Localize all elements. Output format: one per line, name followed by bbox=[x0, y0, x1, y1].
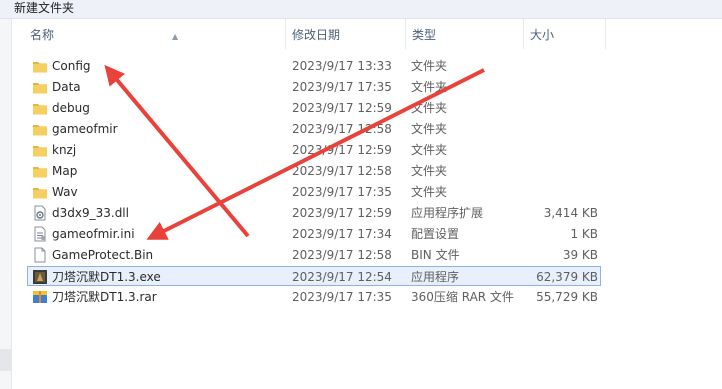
navigation-pane-edge[interactable] bbox=[0, 19, 12, 389]
file-row-data[interactable]: Data 2023/9/17 17:35 文件夹 bbox=[28, 77, 601, 97]
file-size bbox=[523, 98, 598, 118]
file-size: 55,729 KB bbox=[536, 290, 598, 304]
file-size bbox=[523, 140, 598, 160]
file-type: 文件夹 bbox=[411, 122, 448, 136]
column-header-size-label: 大小 bbox=[530, 28, 555, 42]
file-row-knzj[interactable]: knzj 2023/9/17 12:59 文件夹 bbox=[28, 140, 601, 160]
file-size: 39 KB bbox=[562, 248, 598, 262]
file-type: 文件夹 bbox=[411, 59, 448, 73]
file-date: 2023/9/17 17:35 bbox=[292, 80, 392, 94]
file-name: 刀塔沉默DT1.3.exe bbox=[52, 270, 161, 284]
file-row-d3dx9-dll[interactable]: d3dx9_33.dll 2023/9/17 12:59 应用程序扩展 3,41… bbox=[28, 203, 601, 223]
file-date: 2023/9/17 13:33 bbox=[292, 59, 392, 73]
navigation-scroll-handle[interactable] bbox=[0, 349, 11, 371]
column-header-bar: 名称 ▲ 修改日期 类型 大小 bbox=[12, 19, 722, 49]
exe-app-icon bbox=[33, 270, 47, 284]
file-row-map[interactable]: Map 2023/9/17 12:58 文件夹 bbox=[28, 161, 601, 181]
file-type: 文件夹 bbox=[411, 101, 448, 115]
file-name: Data bbox=[52, 80, 81, 94]
file-name: Config bbox=[52, 59, 91, 73]
column-header-type-label: 类型 bbox=[412, 28, 437, 42]
file-row-gameprotect-bin[interactable]: GameProtect.Bin 2023/9/17 12:58 BIN 文件 3… bbox=[28, 245, 601, 265]
file-name: gameofmir.ini bbox=[52, 227, 135, 241]
column-header-type[interactable]: 类型 bbox=[406, 19, 524, 49]
dll-file-icon bbox=[34, 205, 46, 221]
blank-file-icon bbox=[34, 247, 46, 263]
file-row-daota-rar[interactable]: 刀塔沉默DT1.3.rar 2023/9/17 17:35 360压缩 RAR … bbox=[28, 287, 601, 307]
file-date: 2023/9/17 17:35 bbox=[292, 185, 392, 199]
file-name: GameProtect.Bin bbox=[52, 248, 154, 262]
file-date: 2023/9/17 17:35 bbox=[292, 290, 392, 304]
file-name: debug bbox=[52, 101, 90, 115]
file-size bbox=[523, 56, 598, 76]
folder-icon bbox=[33, 104, 47, 115]
file-size bbox=[523, 182, 598, 202]
folder-title-bar: 新建文件夹 bbox=[0, 0, 722, 19]
file-date: 2023/9/17 12:58 bbox=[292, 248, 392, 262]
file-type: 应用程序 bbox=[411, 270, 460, 284]
folder-title: 新建文件夹 bbox=[14, 1, 75, 15]
rar-archive-icon bbox=[33, 291, 47, 303]
column-header-size[interactable]: 大小 bbox=[524, 19, 606, 49]
file-row-config[interactable]: Config 2023/9/17 13:33 文件夹 bbox=[28, 56, 601, 76]
file-row-daota-exe[interactable]: 刀塔沉默DT1.3.exe 2023/9/17 12:54 应用程序 62,37… bbox=[27, 266, 601, 286]
folder-icon bbox=[33, 62, 47, 73]
file-type: BIN 文件 bbox=[411, 248, 460, 262]
sort-ascending-icon: ▲ bbox=[172, 32, 179, 41]
file-row-debug[interactable]: debug 2023/9/17 12:59 文件夹 bbox=[28, 98, 601, 118]
file-row-gameofmir[interactable]: gameofmir 2023/9/17 12:58 文件夹 bbox=[28, 119, 601, 139]
file-row-wav[interactable]: Wav 2023/9/17 17:35 文件夹 bbox=[28, 182, 601, 202]
file-size: 62,379 KB bbox=[536, 270, 598, 284]
file-type: 文件夹 bbox=[411, 80, 448, 94]
folder-icon bbox=[33, 188, 47, 199]
folder-icon bbox=[33, 83, 47, 94]
file-name: d3dx9_33.dll bbox=[52, 206, 129, 220]
file-type: 文件夹 bbox=[411, 185, 448, 199]
file-date: 2023/9/17 12:54 bbox=[292, 270, 392, 284]
file-name: knzj bbox=[52, 143, 77, 157]
file-name: Map bbox=[52, 164, 78, 178]
file-date: 2023/9/17 12:59 bbox=[292, 143, 392, 157]
file-name: gameofmir bbox=[52, 122, 118, 136]
file-date: 2023/9/17 12:58 bbox=[292, 122, 392, 136]
file-date: 2023/9/17 12:59 bbox=[292, 206, 392, 220]
folder-icon bbox=[33, 146, 47, 157]
file-size bbox=[523, 161, 598, 181]
file-type: 应用程序扩展 bbox=[411, 206, 484, 220]
file-date: 2023/9/17 17:34 bbox=[292, 227, 392, 241]
file-date: 2023/9/17 12:58 bbox=[292, 164, 392, 178]
file-type: 配置设置 bbox=[411, 227, 460, 241]
column-header-name[interactable]: 名称 ▲ bbox=[24, 19, 286, 49]
file-name: Wav bbox=[52, 185, 78, 199]
folder-icon bbox=[33, 167, 47, 178]
column-header-name-label: 名称 bbox=[30, 28, 55, 42]
file-date: 2023/9/17 12:59 bbox=[292, 101, 392, 115]
file-size bbox=[523, 119, 598, 139]
file-size bbox=[523, 77, 598, 97]
file-size: 3,414 KB bbox=[543, 206, 598, 220]
file-size: 1 KB bbox=[570, 227, 598, 241]
folder-icon bbox=[33, 125, 47, 136]
file-type: 文件夹 bbox=[411, 164, 448, 178]
file-type: 文件夹 bbox=[411, 143, 448, 157]
ini-file-icon bbox=[34, 226, 46, 242]
file-row-gameofmir-ini[interactable]: gameofmir.ini 2023/9/17 17:34 配置设置 1 KB bbox=[28, 224, 601, 244]
file-type: 360压缩 RAR 文件 bbox=[411, 290, 514, 304]
column-header-date[interactable]: 修改日期 bbox=[286, 19, 406, 49]
column-header-date-label: 修改日期 bbox=[292, 28, 341, 42]
file-name: 刀塔沉默DT1.3.rar bbox=[52, 290, 157, 304]
